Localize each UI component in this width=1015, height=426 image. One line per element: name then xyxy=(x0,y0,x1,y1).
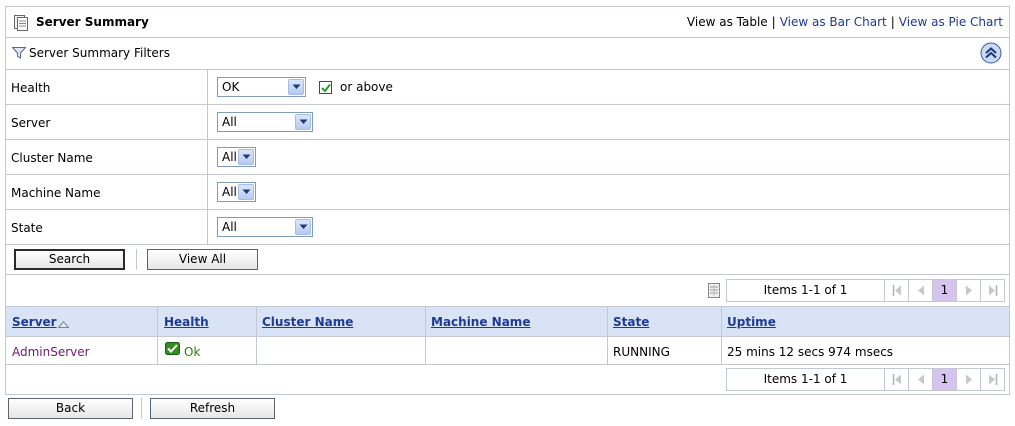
view-all-button[interactable]: View All xyxy=(147,249,258,270)
column-divider xyxy=(157,307,158,336)
server-select-value: All xyxy=(222,115,237,129)
column-divider xyxy=(721,307,722,336)
cluster-filter-label: Cluster Name xyxy=(11,151,93,165)
uptime-cell: 25 mins 12 secs 974 msecs xyxy=(727,345,894,359)
cluster-select-value: All xyxy=(222,150,237,164)
current-page: 1 xyxy=(933,280,957,301)
health-filter-label: Health xyxy=(11,81,51,95)
filter-divider xyxy=(207,140,208,174)
column-divider xyxy=(157,337,158,364)
machine-select-value: All xyxy=(222,185,237,199)
pager-bottom: Items 1-1 of 1 1 xyxy=(6,365,1009,395)
column-divider xyxy=(256,307,257,336)
column-divider xyxy=(607,307,608,336)
column-header-cluster-name[interactable]: Cluster Name xyxy=(262,315,353,329)
pager-nav: 1 xyxy=(885,368,1005,391)
filter-divider xyxy=(207,175,208,209)
filter-row-server: Server All xyxy=(6,105,1009,140)
filter-divider xyxy=(207,210,208,244)
current-page: 1 xyxy=(933,369,957,390)
state-filter-label: State xyxy=(11,221,43,235)
filter-actions: Search View All xyxy=(6,245,1009,275)
chevron-down-icon xyxy=(288,79,304,95)
column-header-uptime[interactable]: Uptime xyxy=(727,315,776,329)
state-select-value: All xyxy=(222,220,237,234)
pager-top: Items 1-1 of 1 1 xyxy=(6,276,1009,306)
previous-page-icon[interactable] xyxy=(909,369,933,390)
filters-title: Server Summary Filters xyxy=(29,46,170,60)
column-header-server[interactable]: Server xyxy=(12,315,57,329)
health-select[interactable]: OK xyxy=(217,77,306,97)
column-divider xyxy=(425,337,426,364)
next-page-icon[interactable] xyxy=(957,369,981,390)
filter-divider xyxy=(207,70,208,104)
filter-row-machine: Machine Name All xyxy=(6,175,1009,210)
column-header-state[interactable]: State xyxy=(613,315,649,329)
search-button[interactable]: Search xyxy=(14,249,125,270)
button-divider xyxy=(136,249,137,270)
column-divider xyxy=(425,307,426,336)
panel-title-bar: Server Summary View as Table | View as Bar… xyxy=(6,7,1009,38)
view-switcher: View as Table | View as Bar Chart | View as … xyxy=(687,15,1003,29)
machine-filter-label: Machine Name xyxy=(11,186,101,200)
filter-divider xyxy=(207,105,208,139)
table-settings-icon[interactable] xyxy=(708,283,720,298)
view-as-table-link[interactable]: View as Table xyxy=(687,15,768,29)
column-divider xyxy=(256,337,257,364)
filters-header: Server Summary Filters xyxy=(6,39,1009,70)
server-filter-label: Server xyxy=(11,116,51,130)
sort-ascending-icon[interactable] xyxy=(57,317,70,331)
previous-page-icon[interactable] xyxy=(909,280,933,301)
pager-items-count: Items 1-1 of 1 xyxy=(726,368,885,391)
first-page-icon[interactable] xyxy=(885,280,909,301)
chevron-down-icon xyxy=(295,114,311,130)
chevron-down-icon xyxy=(238,184,254,200)
chevron-down-icon xyxy=(238,149,254,165)
next-page-icon[interactable] xyxy=(957,280,981,301)
cluster-select[interactable]: All xyxy=(217,147,256,167)
pager-nav: 1 xyxy=(885,279,1005,302)
chevron-down-icon xyxy=(295,219,311,235)
link-separator: | xyxy=(771,15,776,29)
or-above-checkbox[interactable] xyxy=(319,81,332,94)
column-divider xyxy=(721,337,722,364)
health-status: Ok xyxy=(184,345,201,359)
column-header-health[interactable]: Health xyxy=(164,315,209,329)
filter-icon xyxy=(11,47,27,59)
view-as-pie-chart-link[interactable]: View as Pie Chart xyxy=(899,15,1003,29)
refresh-button[interactable]: Refresh xyxy=(150,398,275,419)
machine-select[interactable]: All xyxy=(217,182,256,202)
first-page-icon[interactable] xyxy=(885,369,909,390)
table-header: Server Health Cluster Name Machine Name … xyxy=(6,306,1009,337)
column-header-machine-name[interactable]: Machine Name xyxy=(431,315,530,329)
collapse-filters-icon[interactable] xyxy=(980,42,1002,64)
filter-row-state: State All xyxy=(6,210,1009,245)
last-page-icon[interactable] xyxy=(981,280,1005,301)
last-page-icon[interactable] xyxy=(981,369,1005,390)
back-button[interactable]: Back xyxy=(8,398,133,419)
state-cell: RUNNING xyxy=(613,345,670,359)
table-row: AdminServer Ok RUNNING 25 mins 12 secs 9… xyxy=(6,337,1009,365)
pager-items-count: Items 1-1 of 1 xyxy=(726,279,885,302)
column-divider xyxy=(607,337,608,364)
view-as-bar-chart-link[interactable]: View as Bar Chart xyxy=(780,15,887,29)
health-ok-icon xyxy=(165,342,180,355)
server-name-link[interactable]: AdminServer xyxy=(12,345,90,359)
page-title: Server Summary xyxy=(36,15,149,29)
document-icon xyxy=(14,15,28,31)
or-above-label: or above xyxy=(340,80,393,94)
link-separator: | xyxy=(890,15,895,29)
health-select-value: OK xyxy=(222,80,240,94)
state-select[interactable]: All xyxy=(217,217,313,237)
server-select[interactable]: All xyxy=(217,112,313,132)
filter-row-cluster: Cluster Name All xyxy=(6,140,1009,175)
button-divider xyxy=(141,398,142,419)
server-summary-panel: Server Summary View as Table | View as Bar… xyxy=(5,6,1010,395)
filter-row-health: Health OK or above xyxy=(6,70,1009,105)
